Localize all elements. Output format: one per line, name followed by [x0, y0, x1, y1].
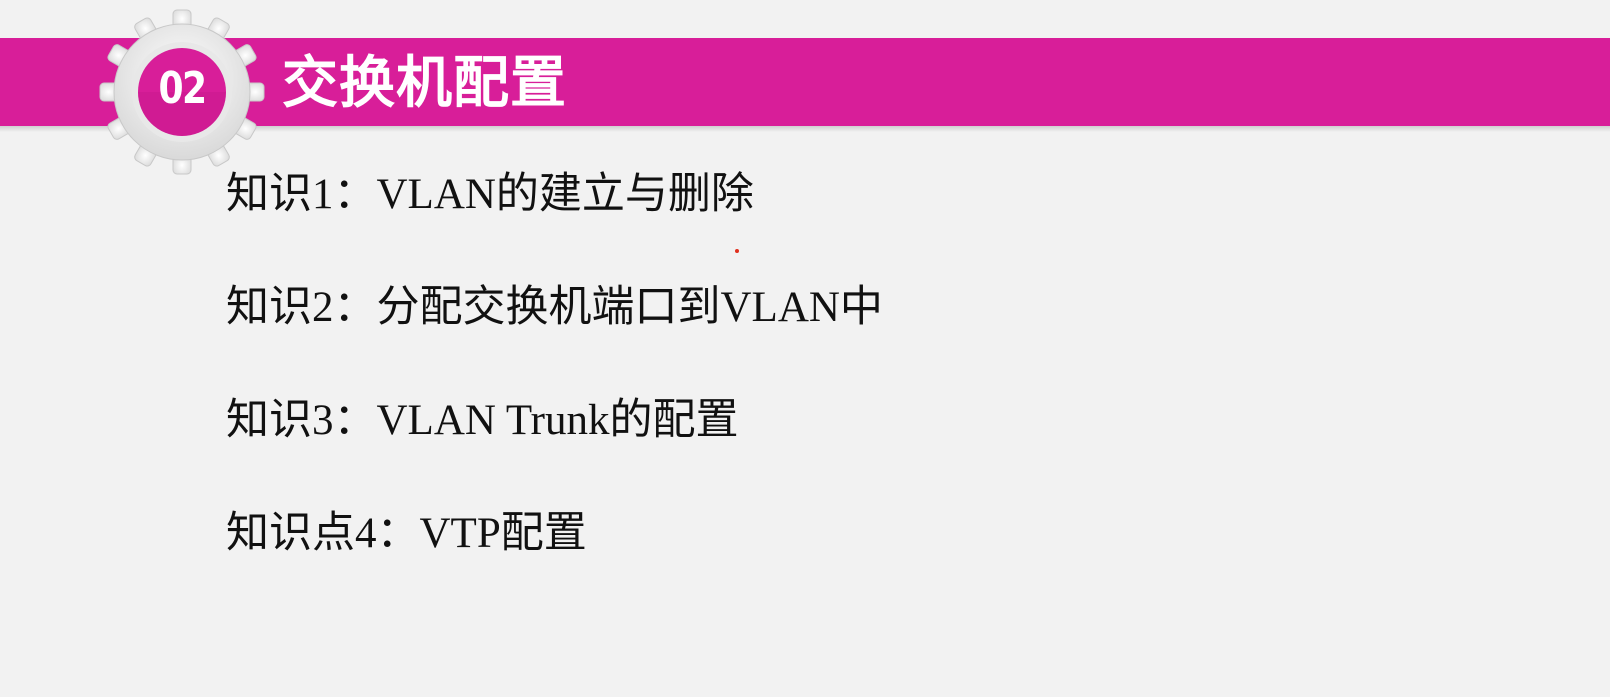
section-title: 交换机配置 — [282, 51, 567, 116]
topic-list: 知识1：VLAN的建立与删除 知识2：分配交换机端口到VLAN中 知识3：VLA… — [226, 162, 883, 614]
topic-item-2: 知识2：分配交换机端口到VLAN中 — [226, 284, 883, 331]
pointer-dot — [735, 249, 739, 253]
section-number: 02 — [158, 63, 208, 114]
slide: 02 交换机配置 知识1：VLAN的建立与删除 知识2：分配交换机端口到VLAN… — [0, 0, 1610, 697]
topic-item-4: 知识点4：VTP配置 — [226, 510, 587, 557]
topic-item-1: 知识1：VLAN的建立与删除 — [226, 171, 754, 218]
topic-item-3: 知识3：VLAN Trunk的配置 — [226, 397, 739, 444]
